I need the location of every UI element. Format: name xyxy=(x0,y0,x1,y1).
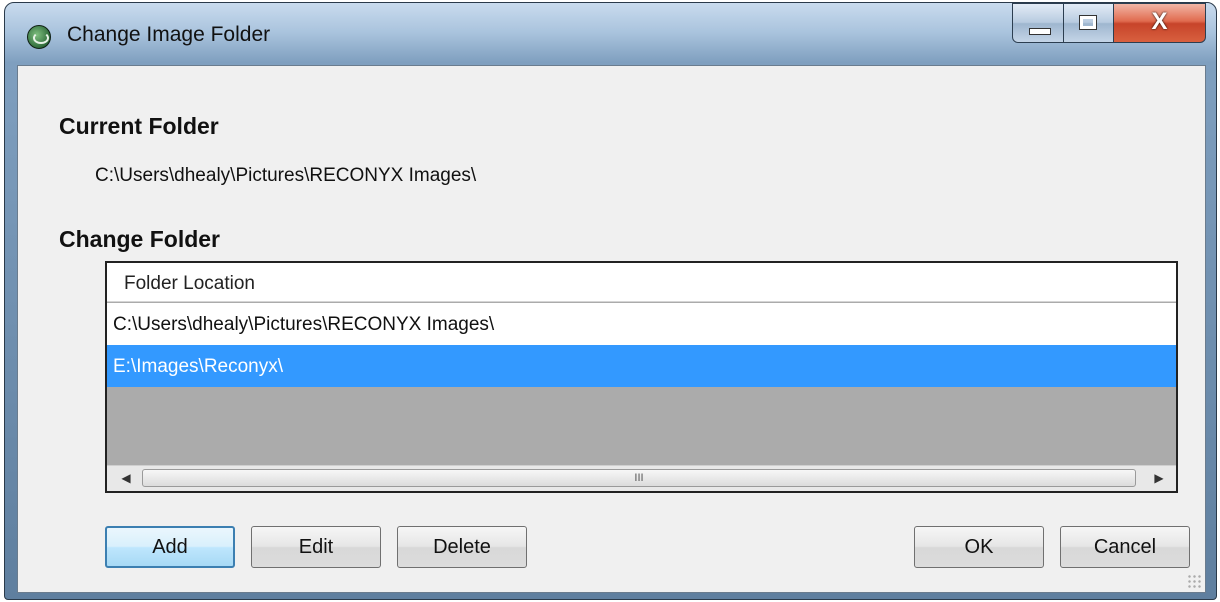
list-item-label: E:\Images\Reconyx\ xyxy=(113,356,284,377)
resize-grip-icon[interactable] xyxy=(1187,574,1201,588)
column-header-label: Folder Location xyxy=(124,273,255,294)
window-title: Change Image Folder xyxy=(67,23,271,46)
current-folder-heading: Current Folder xyxy=(59,113,219,139)
ok-button[interactable]: OK xyxy=(914,526,1044,568)
current-folder-path: C:\Users\dhealy\Pictures\RECONYX Images\ xyxy=(95,165,477,186)
minimize-icon xyxy=(1029,28,1051,35)
window-controls: X xyxy=(1012,3,1206,45)
horizontal-scrollbar[interactable]: ◀ III ▶ xyxy=(107,465,1176,491)
minimize-button[interactable] xyxy=(1012,3,1064,43)
scroll-right-icon[interactable]: ▶ xyxy=(1146,469,1172,487)
scroll-grip-icon: III xyxy=(634,472,644,484)
dialog-window: Change Image Folder X Current Folder C:\… xyxy=(4,2,1217,600)
title-bar[interactable]: Change Image Folder X xyxy=(5,3,1216,65)
dialog-client-area: Current Folder C:\Users\dhealy\Pictures\… xyxy=(17,65,1206,593)
list-item[interactable]: C:\Users\dhealy\Pictures\RECONYX Images\ xyxy=(107,303,1176,345)
add-button[interactable]: Add xyxy=(105,526,235,568)
column-header-folder-location[interactable]: Folder Location xyxy=(107,263,1176,302)
scroll-left-icon[interactable]: ◀ xyxy=(113,469,139,487)
edit-button[interactable]: Edit xyxy=(251,526,381,568)
close-button[interactable]: X xyxy=(1114,3,1206,43)
cancel-button[interactable]: Cancel xyxy=(1060,526,1190,568)
close-icon: X xyxy=(1151,8,1168,35)
folder-list[interactable]: Folder Location C:\Users\dhealy\Pictures… xyxy=(105,261,1178,493)
scroll-thumb[interactable]: III xyxy=(142,469,1136,487)
list-item-label: C:\Users\dhealy\Pictures\RECONYX Images\ xyxy=(113,314,495,335)
maximize-icon xyxy=(1079,15,1097,30)
app-icon xyxy=(27,25,51,49)
change-folder-heading: Change Folder xyxy=(59,226,221,252)
list-item-selected[interactable]: E:\Images\Reconyx\ xyxy=(107,345,1176,387)
maximize-button[interactable] xyxy=(1064,3,1114,43)
delete-button[interactable]: Delete xyxy=(397,526,527,568)
